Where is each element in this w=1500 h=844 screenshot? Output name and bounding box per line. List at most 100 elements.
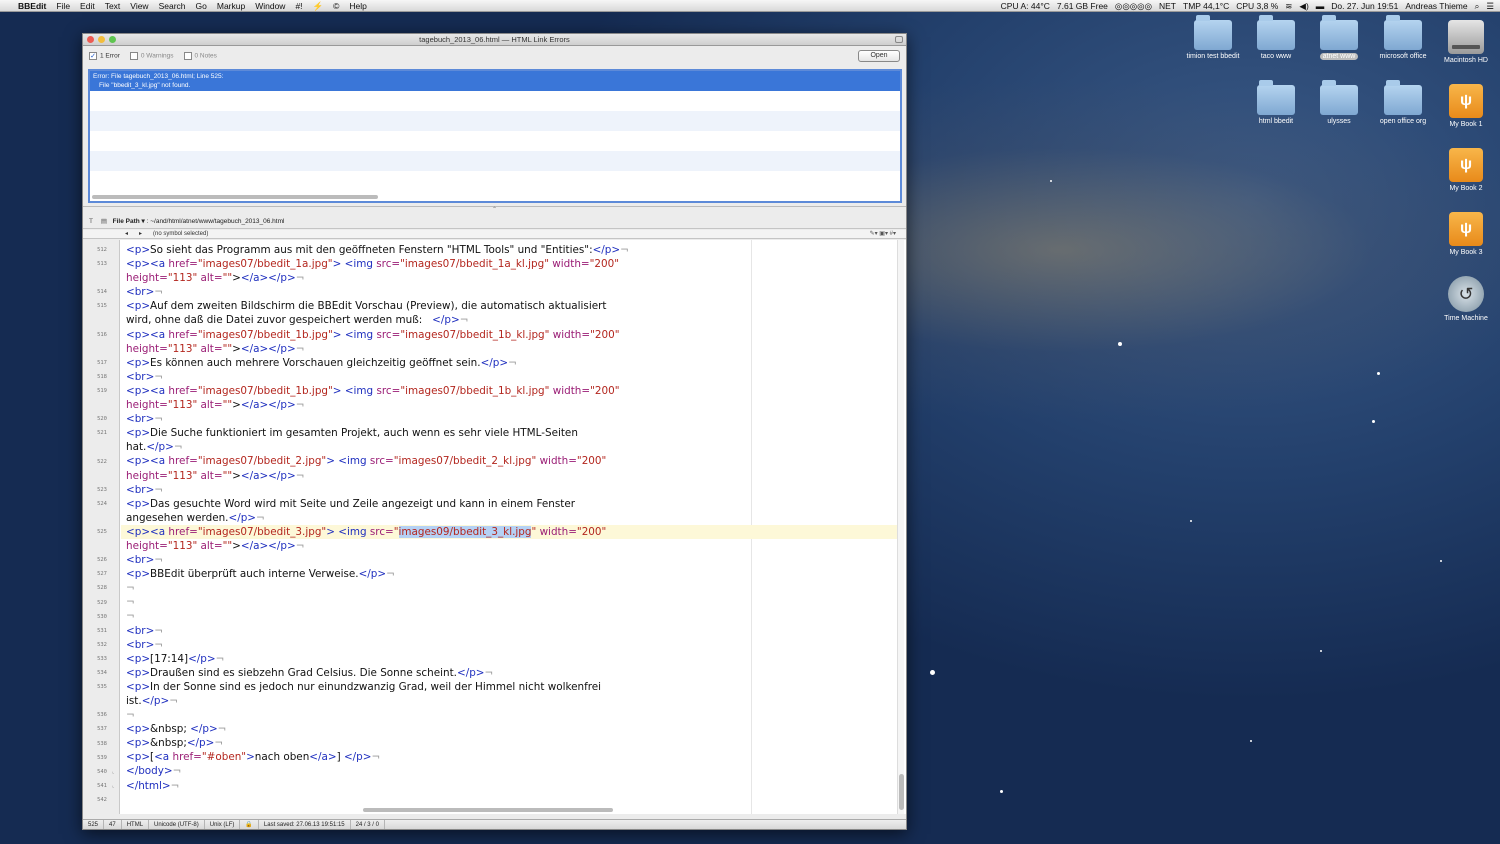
status-counts: 24 / 3 / 0 [351,820,385,829]
toolbar-toggle-button[interactable] [895,36,903,43]
close-button[interactable] [87,36,94,43]
warnings-filter[interactable]: 0 Warnings [129,52,174,60]
menu-file[interactable]: File [56,0,70,11]
empty-row [90,91,900,111]
desktop-folder-taco[interactable]: taco www [1244,15,1308,61]
star [1190,520,1192,522]
status-line[interactable]: 525 [83,820,105,829]
desktop-my-book-1[interactable]: ψ My Book 1 [1434,84,1498,129]
menu-help[interactable]: Help [349,0,366,11]
errors-checkbox[interactable]: ✓ [89,52,97,60]
line-number: 531 [97,627,107,634]
star [1118,342,1122,346]
document-icon[interactable]: ▤ [101,215,111,229]
lock-icon[interactable]: 🔒 [240,820,259,829]
desktop-folder-atnet[interactable]: atnet www [1307,15,1371,61]
line-number: 513 [97,261,107,268]
status-line-endings[interactable]: Unix (LF) [205,820,241,829]
cpu-temp-status[interactable]: CPU A: 44°C [1001,0,1050,11]
back-icon[interactable]: ◂ [125,230,128,239]
line-number: 512 [97,247,107,253]
line-number: 540 [97,768,107,775]
forward-icon[interactable]: ▸ [139,230,142,239]
vertical-scrollbar[interactable] [897,240,904,814]
clock[interactable]: Do. 27. Jun 19:51 [1331,0,1398,11]
menu-window[interactable]: Window [255,0,285,11]
scroll-thumb[interactable] [899,774,904,810]
fold-marker-icon[interactable]: ⌞ [112,783,114,789]
notes-filter[interactable]: 0 Notes [183,52,217,60]
menu-view[interactable]: View [130,0,148,11]
navbar-tools[interactable]: ✎▾ ▣▾ #▾ [870,230,896,239]
line-number: 523 [97,486,107,493]
empty-row [90,171,900,191]
hard-drive-icon [1448,20,1484,54]
status-encoding[interactable]: Unicode (UTF-8) [149,820,205,829]
menu-scripts[interactable]: #! [295,0,302,11]
volume-icon[interactable]: ◀) [1299,0,1308,11]
net-status[interactable]: NET [1159,0,1176,11]
fold-marker-icon[interactable]: ⌞ [112,769,114,775]
line-number: 536 [97,712,107,719]
copyright-icon[interactable]: © [333,0,339,11]
window-titlebar[interactable]: tagebuch_2013_06.html — HTML Link Errors [83,34,906,46]
menu-search[interactable]: Search [159,0,186,11]
file-path-menu[interactable]: File Path ▾ [113,218,145,225]
desktop-folder-microsoft-office[interactable]: microsoft office [1371,15,1435,61]
menu-markup[interactable]: Markup [217,0,245,11]
filter-bar: ✓ 1 Error 0 Warnings 0 Notes Open [83,46,906,66]
minimize-button[interactable] [98,36,105,43]
desktop-folder-html-bbedit[interactable]: html bbedit [1244,80,1308,126]
notification-icon[interactable]: ☰ [1486,0,1494,11]
desktop-macintosh-hd[interactable]: Macintosh HD [1434,20,1498,65]
status-bar: 525 47 HTML Unicode (UTF-8) Unix (LF) 🔒 … [83,819,906,829]
menu-go[interactable]: Go [196,0,207,11]
desktop-folder-open-office[interactable]: open office org [1371,80,1435,126]
folder-icon [1257,15,1295,50]
error-row[interactable]: Error: File tagebuch_2013_06.html; Line … [90,71,900,91]
code-text[interactable]: <p>So sieht das Programm aus mit den geö… [126,243,629,807]
error-list[interactable]: Error: File tagebuch_2013_06.html; Line … [88,69,902,203]
flag-icon[interactable]: ▬ [1316,0,1325,11]
empty-row [90,111,900,131]
star [1377,372,1380,375]
warnings-checkbox[interactable] [129,52,138,60]
user-name[interactable]: Andreas Thieme [1405,0,1467,11]
desktop-time-machine[interactable]: ↺ Time Machine [1434,276,1498,323]
memory-status[interactable]: 7.61 GB Free [1057,0,1108,11]
desktop-folder-timion[interactable]: timion test bbedit [1181,15,1245,61]
star [1000,790,1003,793]
window-title: tagebuch_2013_06.html — HTML Link Errors [419,35,570,44]
line-number: 538 [97,740,107,747]
activity-icons[interactable]: ◎◎◎◎◎ [1115,0,1152,11]
menu-app[interactable]: BBEdit [18,0,46,11]
status-language[interactable]: HTML [122,820,150,829]
tmp-status[interactable]: TMP 44,1°C [1183,0,1229,11]
error-list-scrollbar[interactable] [92,195,378,199]
script-icon[interactable]: ⚡ [313,0,324,11]
line-number: 529 [97,599,107,606]
horizontal-scrollbar[interactable] [363,808,613,812]
zoom-button[interactable] [109,36,116,43]
pane-splitter[interactable]: ⌃ [83,206,906,213]
line-number: 516 [97,331,107,338]
status-column[interactable]: 47 [104,820,122,829]
line-number: 532 [97,641,107,648]
star [1320,650,1322,652]
line-number: 525 [97,529,107,535]
spotlight-icon[interactable]: ⌕ [1475,0,1480,11]
text-options-icon[interactable]: T [89,215,99,229]
open-button[interactable]: Open [858,50,900,62]
menu-text[interactable]: Text [105,0,121,11]
code-editor[interactable]: 512 513 514 515 516 517 518 519 520 521 522 523 524 5… [83,240,906,814]
menu-edit[interactable]: Edit [80,0,95,11]
notes-checkbox[interactable] [183,52,192,60]
symbol-menu[interactable]: (no symbol selected) [153,230,208,239]
cpu-usage-status[interactable]: CPU 3,8 % [1236,0,1278,11]
desktop-my-book-2[interactable]: ψ My Book 2 [1434,148,1498,193]
bbedit-window: tagebuch_2013_06.html — HTML Link Errors… [82,33,907,830]
desktop-my-book-3[interactable]: ψ My Book 3 [1434,212,1498,257]
desktop-folder-ulysses[interactable]: ulysses [1307,80,1371,126]
errors-filter[interactable]: ✓ 1 Error [89,52,120,60]
wifi-icon[interactable]: ≋ [1285,0,1292,11]
